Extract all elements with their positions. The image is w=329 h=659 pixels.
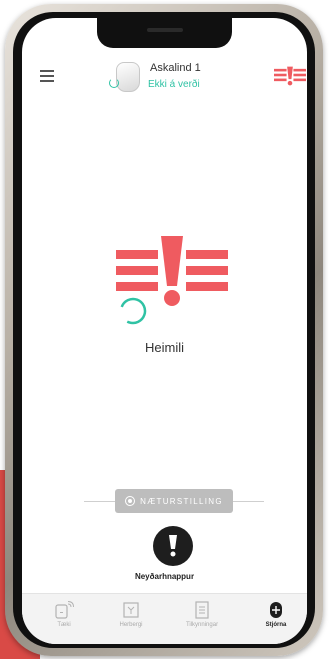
phone-notch [97,18,232,48]
tab-devices[interactable]: Tæki [34,600,94,628]
home-status-label: Heimili [145,340,184,355]
tab-notifications[interactable]: Tilkynningar [172,600,232,628]
loading-spinner-icon [109,78,119,88]
home-name[interactable]: Askalind 1 [150,62,201,74]
notifications-icon [195,601,209,619]
tab-label: Herbergi [119,622,143,628]
tab-label: Stjórna [265,622,287,628]
panic-button-label: Neyðarhnappur [134,572,195,581]
panic-button[interactable] [153,526,193,566]
tab-label: Tæki [57,622,71,628]
alarm-status-icon[interactable] [274,66,306,86]
loading-spinner-large-icon [119,297,147,325]
exclamation-icon [169,535,177,557]
bottom-tab-bar: Tæki Herbergi Tilkynningar Stjórna [22,593,307,644]
tab-rooms[interactable]: Herbergi [101,600,161,628]
night-mode-label: NÆTURSTILLING [140,496,223,506]
night-mode-button[interactable]: NÆTURSTILLING [115,489,233,513]
hub-device-icon [116,62,140,92]
app-header: Askalind 1 Ekki á verði [22,54,307,104]
app-screen: Askalind 1 Ekki á verði Heimili NÆTURSTI… [22,18,307,644]
control-icon [270,602,282,618]
tab-label: Tilkynningar [185,622,219,628]
night-icon [125,496,136,506]
rooms-icon [123,602,139,618]
tab-control[interactable]: Stjórna [246,600,306,628]
menu-icon[interactable] [40,70,54,82]
arm-status-text: Ekki á verði [148,79,200,90]
devices-icon [55,601,74,619]
